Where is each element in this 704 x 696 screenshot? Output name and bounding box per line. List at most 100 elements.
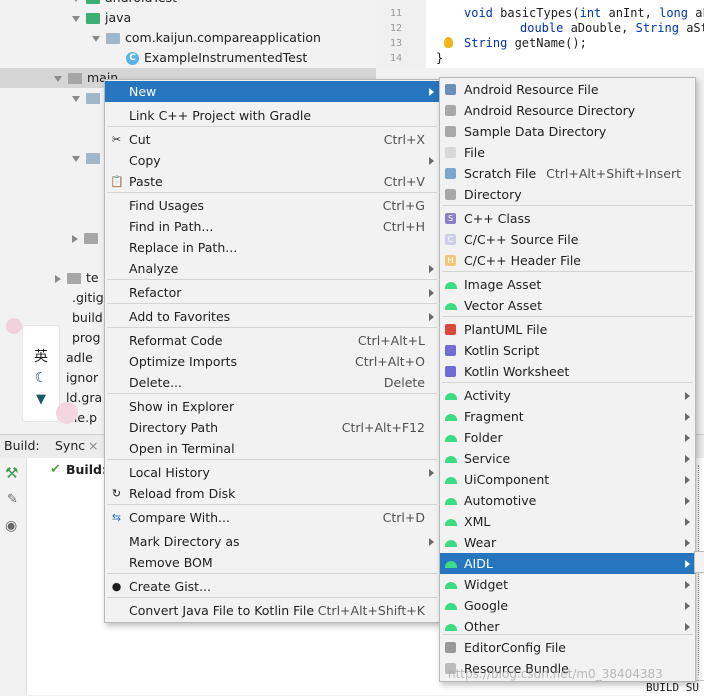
tree-item-androidtest[interactable]: androidTest bbox=[72, 0, 177, 8]
tree-item-package[interactable]: com.kaijun.compareapplication bbox=[92, 28, 321, 48]
lightbulb-icon[interactable] bbox=[444, 37, 453, 48]
tree-item-proguard[interactable]: prog bbox=[72, 328, 100, 348]
ime-widget[interactable]: 英 ☾ ▼ bbox=[22, 325, 60, 422]
tree-item-test[interactable]: te bbox=[55, 268, 99, 288]
new-menu-item-service[interactable]: Service bbox=[440, 448, 695, 469]
menu-item-label: Local History bbox=[129, 465, 210, 480]
chevron-right-icon[interactable] bbox=[72, 234, 78, 243]
menu-item-open-in-terminal[interactable]: Open in Terminal bbox=[105, 438, 439, 459]
menu-item-add-to-favorites[interactable]: Add to Favorites bbox=[105, 306, 439, 327]
new-menu-item-android-resource-file[interactable]: Android Resource File bbox=[440, 79, 695, 100]
menu-item-label: Analyze bbox=[129, 261, 179, 276]
tree-item-gradle[interactable]: adle bbox=[66, 348, 93, 368]
menu-item-label: Activity bbox=[464, 388, 511, 403]
menu-item-create-gist[interactable]: ● Create Gist... bbox=[105, 576, 439, 597]
menu-item-compare-with[interactable]: ⇆ Compare With... Ctrl+D bbox=[105, 507, 439, 528]
new-menu-item-plantuml-file[interactable]: PlantUML File bbox=[440, 319, 695, 340]
new-menu-item-c-class[interactable]: S C++ Class bbox=[440, 208, 695, 229]
new-menu-item-fragment[interactable]: Fragment bbox=[440, 406, 695, 427]
menu-separator bbox=[107, 327, 437, 328]
tree-item-build[interactable]: build bbox=[72, 308, 103, 328]
menu-separator bbox=[107, 279, 437, 280]
reload-icon: ↻ bbox=[111, 487, 122, 500]
menu-item-find-in-path[interactable]: Find in Path... Ctrl+H bbox=[105, 216, 439, 237]
menu-item-paste[interactable]: 📋 Paste Ctrl+V bbox=[105, 171, 439, 192]
new-menu-item-activity[interactable]: Activity bbox=[440, 385, 695, 406]
new-menu-item-c-c-header-file[interactable]: H C/C++ Header File bbox=[440, 250, 695, 271]
menu-item-link-c-project-with-gradle[interactable]: Link C++ Project with Gradle bbox=[105, 105, 439, 126]
menu-item-analyze[interactable]: Analyze bbox=[105, 258, 439, 279]
menu-item-copy[interactable]: Copy bbox=[105, 150, 439, 171]
new-menu-item-folder[interactable]: Folder bbox=[440, 427, 695, 448]
new-menu-item-android-resource-directory[interactable]: Android Resource Directory bbox=[440, 100, 695, 121]
shortcut-label: Ctrl+X bbox=[383, 132, 425, 147]
new-menu-item-scratch-file[interactable]: Scratch File Ctrl+Alt+Shift+Insert bbox=[440, 163, 695, 184]
ime-language-label[interactable]: 英 bbox=[23, 346, 59, 366]
pin-icon[interactable]: ✎ bbox=[7, 492, 18, 507]
chevron-down-icon[interactable] bbox=[72, 0, 80, 2]
menu-item-delete[interactable]: Delete... Delete bbox=[105, 372, 439, 393]
menu-item-new[interactable]: New bbox=[105, 81, 439, 102]
menu-item-optimize-imports[interactable]: Optimize Imports Ctrl+Alt+O bbox=[105, 351, 439, 372]
menu-item-show-in-explorer[interactable]: Show in Explorer bbox=[105, 396, 439, 417]
menu-item-label: Add to Favorites bbox=[129, 309, 231, 324]
new-menu-item-sample-data-directory[interactable]: Sample Data Directory bbox=[440, 121, 695, 142]
flower-decoration bbox=[6, 318, 22, 334]
menu-item-remove-bom[interactable]: Remove BOM bbox=[105, 552, 439, 573]
plantuml-icon bbox=[445, 324, 456, 335]
tree-item-test-class[interactable]: C ExampleInstrumentedTest bbox=[126, 48, 307, 68]
hammer-icon[interactable]: ⚒ bbox=[5, 464, 18, 482]
new-menu-item-wear[interactable]: Wear bbox=[440, 532, 695, 553]
menu-item-replace-in-path[interactable]: Replace in Path... bbox=[105, 237, 439, 258]
submenu-arrow-icon bbox=[685, 413, 690, 421]
new-menu-item-image-asset[interactable]: Image Asset bbox=[440, 274, 695, 295]
new-menu-item-kotlin-script[interactable]: Kotlin Script bbox=[440, 340, 695, 361]
tree-item-ignore[interactable]: ignor bbox=[66, 368, 98, 388]
moon-icon[interactable]: ☾ bbox=[23, 370, 59, 386]
close-icon[interactable]: × bbox=[88, 438, 98, 453]
chevron-down-icon[interactable] bbox=[92, 35, 100, 42]
new-menu-item-editorconfig-file[interactable]: EditorConfig File bbox=[440, 637, 695, 658]
new-menu-item-xml[interactable]: XML bbox=[440, 511, 695, 532]
new-menu-item-uicomponent[interactable]: UiComponent bbox=[440, 469, 695, 490]
submenu-arrow-icon bbox=[685, 434, 690, 442]
new-menu-item-widget[interactable]: Widget bbox=[440, 574, 695, 595]
chevron-right-icon[interactable] bbox=[55, 274, 61, 283]
eye-icon[interactable]: ◉ bbox=[5, 518, 17, 534]
class-icon: C bbox=[126, 52, 139, 65]
build-status-label[interactable]: Build: bbox=[66, 462, 107, 477]
build-status-corner: BUILD SU bbox=[646, 680, 704, 696]
menu-item-find-usages[interactable]: Find Usages Ctrl+G bbox=[105, 195, 439, 216]
menu-item-refactor[interactable]: Refactor bbox=[105, 282, 439, 303]
new-menu-item-file[interactable]: File bbox=[440, 142, 695, 163]
tab-sync[interactable]: Sync bbox=[55, 438, 85, 453]
new-menu-item-aidl[interactable]: AIDL bbox=[440, 553, 695, 574]
submenu-arrow-icon bbox=[429, 469, 434, 477]
tree-item-gitignore[interactable]: .gitig bbox=[72, 288, 104, 308]
new-menu-item-google[interactable]: Google bbox=[440, 595, 695, 616]
chevron-down-icon[interactable] bbox=[54, 75, 62, 82]
chevron-down-icon[interactable] bbox=[72, 15, 80, 22]
chevron-down-icon[interactable] bbox=[72, 95, 80, 102]
new-menu-item-other[interactable]: Other bbox=[440, 616, 695, 637]
menu-item-directory-path[interactable]: Directory Path Ctrl+Alt+F12 bbox=[105, 417, 439, 438]
chevron-down-icon[interactable] bbox=[72, 155, 80, 162]
menu-item-mark-directory-as[interactable]: Mark Directory as bbox=[105, 531, 439, 552]
menu-item-local-history[interactable]: Local History bbox=[105, 462, 439, 483]
menu-item-convert-java-file-to-kotlin-file[interactable]: Convert Java File to Kotlin File Ctrl+Alt… bbox=[105, 600, 439, 621]
tree-item-java[interactable]: java bbox=[72, 8, 131, 28]
new-menu-item-automotive[interactable]: Automotive bbox=[440, 490, 695, 511]
new-menu-item-vector-asset[interactable]: Vector Asset bbox=[440, 295, 695, 316]
menu-item-reformat-code[interactable]: Reformat Code Ctrl+Alt+L bbox=[105, 330, 439, 351]
menu-item-reload-from-disk[interactable]: ↻ Reload from Disk bbox=[105, 483, 439, 504]
new-menu-item-directory[interactable]: Directory bbox=[440, 184, 695, 205]
aidl-submenu-edge bbox=[694, 551, 704, 573]
menu-item-cut[interactable]: ✂ Cut Ctrl+X bbox=[105, 129, 439, 150]
new-menu-item-c-c-source-file[interactable]: C C/C++ Source File bbox=[440, 229, 695, 250]
menu-item-label: Replace in Path... bbox=[129, 240, 238, 255]
folder-icon bbox=[86, 13, 100, 24]
submenu-arrow-icon bbox=[685, 602, 690, 610]
tab-build[interactable]: Build: bbox=[4, 438, 40, 453]
shirt-icon[interactable]: ▼ bbox=[23, 392, 59, 407]
new-menu-item-kotlin-worksheet[interactable]: Kotlin Worksheet bbox=[440, 361, 695, 382]
